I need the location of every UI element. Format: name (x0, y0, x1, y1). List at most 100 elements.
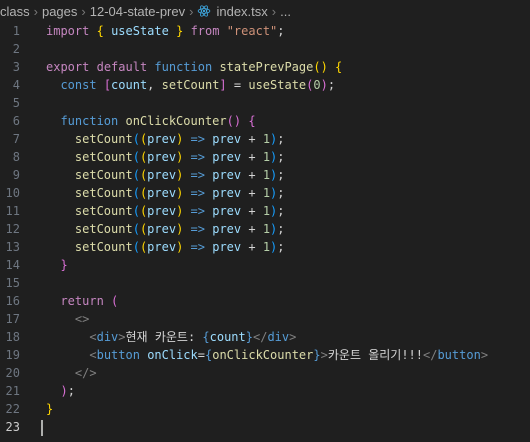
line-number: 4 (12, 78, 20, 92)
code-token: const (60, 78, 97, 92)
code-text: setCount((prev) => prev + 1); (46, 130, 285, 148)
code-line[interactable]: 20 </> (0, 364, 530, 382)
code-line[interactable]: 19 <button onClick={onClickCounter}>카운트 … (0, 346, 530, 364)
line-number: 5 (12, 96, 20, 110)
code-line[interactable]: 22} (0, 400, 530, 418)
line-number: 16 (5, 294, 20, 308)
code-token: = (226, 78, 249, 92)
line-number: 17 (5, 312, 20, 326)
code-line[interactable]: 6 function onClickCounter() { (0, 112, 530, 130)
chevron-right-icon: › (33, 3, 38, 19)
code-line[interactable]: 13 setCount((prev) => prev + 1); (0, 238, 530, 256)
code-text: setCount((prev) => prev + 1); (46, 148, 285, 166)
line-number: 18 (5, 330, 20, 344)
code-token: prev (212, 240, 242, 254)
code-line[interactable]: 17 <> (0, 310, 530, 328)
code-line[interactable]: 9 setCount((prev) => prev + 1); (0, 166, 530, 184)
breadcrumb-item-pages[interactable]: pages (42, 4, 77, 19)
code-line[interactable]: 16 return ( (0, 292, 530, 310)
code-token: prev (212, 186, 242, 200)
code-line[interactable]: 8 setCount((prev) => prev + 1); (0, 148, 530, 166)
code-token: ) (60, 384, 68, 398)
code-line[interactable]: 15 (0, 274, 530, 292)
code-line[interactable]: 18 <div>현재 카운트: {count}</div> (0, 328, 530, 346)
code-token: ; (277, 204, 285, 218)
code-token: { (202, 330, 210, 344)
code-text: return ( (46, 292, 118, 310)
code-text: } (46, 256, 67, 274)
code-token: ( (132, 132, 140, 146)
line-number: 1 (12, 24, 20, 38)
code-token: ) (320, 78, 328, 92)
breadcrumb: class › pages › 12-04-state-prev › index… (0, 0, 530, 22)
code-token: </ (252, 330, 268, 344)
chevron-right-icon: › (189, 3, 194, 19)
code-text: export default function statePrevPage() … (46, 58, 342, 76)
code-token: { (335, 60, 343, 74)
code-token: < (89, 330, 97, 344)
code-token: setCount (74, 186, 133, 200)
breadcrumb-item-class[interactable]: class (0, 4, 30, 19)
code-token: prev (212, 150, 242, 164)
code-line[interactable]: 14 } (0, 256, 530, 274)
code-token: default (96, 60, 148, 74)
line-number: 20 (5, 366, 20, 380)
code-token: prev (212, 132, 242, 146)
code-token: ( (132, 222, 140, 236)
code-line[interactable]: 12 setCount((prev) => prev + 1); (0, 220, 530, 238)
code-editor[interactable]: 1 import { useState } from "react"; 2 3 expo… (0, 22, 530, 442)
code-token: prev (147, 240, 177, 254)
code-token: ; (277, 24, 285, 38)
code-token: button (437, 348, 481, 362)
breadcrumb-item-file[interactable]: index.tsx (216, 4, 267, 19)
code-token: => (183, 240, 213, 254)
line-number: 8 (12, 150, 20, 164)
code-token: </ (423, 348, 438, 362)
code-token: => (183, 186, 213, 200)
code-token: => (183, 132, 213, 146)
code-token: => (183, 204, 213, 218)
code-token: prev (212, 168, 242, 182)
code-token: prev (147, 168, 177, 182)
line-number: 19 (5, 348, 20, 362)
code-line[interactable]: 1 import { useState } from "react"; (0, 22, 530, 40)
code-line[interactable]: 23 (0, 418, 530, 436)
code-token: + (241, 240, 263, 254)
code-line[interactable]: 4 const [count, setCount] = useState(0); (0, 76, 530, 94)
code-token: 1 (262, 186, 271, 200)
code-token: > (118, 330, 126, 344)
code-token: statePrevPage (219, 60, 314, 74)
code-token: count (209, 330, 246, 344)
code-token: ( (132, 168, 140, 182)
code-token: , (147, 78, 162, 92)
line-number: 6 (12, 114, 20, 128)
breadcrumb-item-folder[interactable]: 12-04-state-prev (90, 4, 185, 19)
code-line[interactable]: 2 (0, 40, 530, 58)
code-token: } (245, 330, 253, 344)
breadcrumb-item-symbols[interactable]: ... (280, 4, 291, 19)
code-text: </> (46, 364, 97, 382)
code-token: [ (103, 78, 112, 92)
line-number: 3 (12, 60, 20, 74)
code-line[interactable]: 21 ); (0, 382, 530, 400)
code-token: () (313, 60, 328, 74)
code-line[interactable]: 5 (0, 94, 530, 112)
line-number: 22 (5, 402, 20, 416)
code-line[interactable]: 3 export default function statePrevPage()… (0, 58, 530, 76)
code-token: < (89, 348, 97, 362)
code-token: ( (132, 150, 140, 164)
line-number: 12 (5, 222, 20, 236)
code-text: setCount((prev) => prev + 1); (46, 220, 285, 238)
line-number: 10 (5, 186, 20, 200)
code-line[interactable]: 11 setCount((prev) => prev + 1); (0, 202, 530, 220)
code-line[interactable]: 7 setCount((prev) => prev + 1); (0, 130, 530, 148)
code-text: setCount((prev) => prev + 1); (46, 202, 285, 220)
code-line[interactable]: 10 setCount((prev) => prev + 1); (0, 184, 530, 202)
code-token: = (197, 348, 205, 362)
